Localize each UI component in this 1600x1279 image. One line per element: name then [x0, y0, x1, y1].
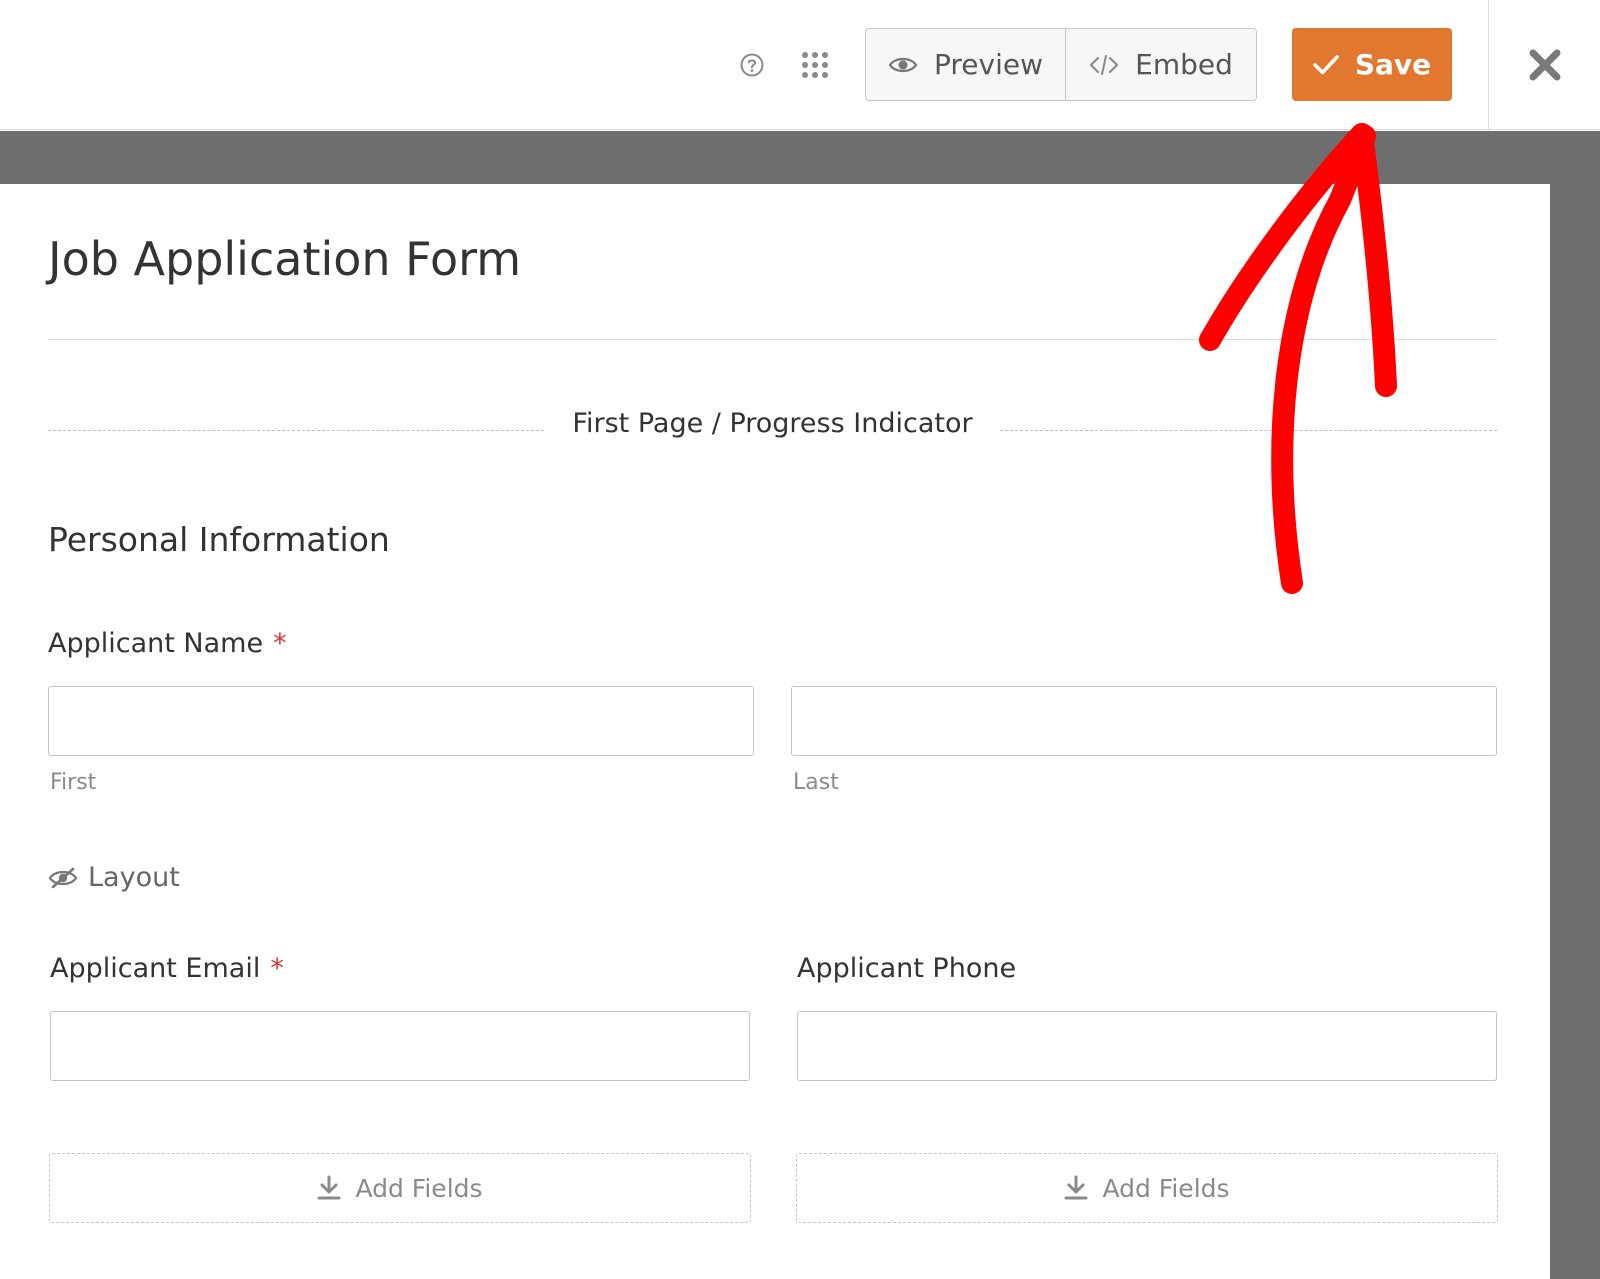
preview-button[interactable]: Preview: [866, 29, 1066, 100]
first-sublabel: First: [50, 770, 97, 795]
apps-grid-icon[interactable]: [800, 50, 830, 80]
embed-button[interactable]: Embed: [1066, 29, 1256, 100]
close-icon[interactable]: [1528, 48, 1562, 82]
embed-label: Embed: [1135, 48, 1233, 81]
form-title: Job Application Form: [48, 232, 522, 286]
save-button[interactable]: Save: [1292, 28, 1452, 101]
title-divider: [48, 339, 1497, 340]
last-name-input[interactable]: [791, 686, 1497, 756]
download-arrow-icon: [317, 1175, 341, 1200]
checkmark-icon: [1313, 54, 1339, 74]
applicant-phone-input[interactable]: [797, 1011, 1497, 1081]
required-asterisk: *: [273, 628, 287, 659]
save-label: Save: [1354, 48, 1432, 81]
canvas-right-band: [1550, 131, 1600, 1279]
layout-field-label[interactable]: Layout: [48, 862, 180, 893]
page-break-line-right: [1000, 430, 1497, 431]
section-heading[interactable]: Personal Information: [48, 520, 390, 559]
add-fields-label: Add Fields: [1102, 1173, 1230, 1203]
toolbar-divider: [1488, 0, 1489, 130]
applicant-name-label-text: Applicant Name: [48, 628, 264, 659]
first-name-input[interactable]: [48, 686, 754, 756]
applicant-name-label[interactable]: Applicant Name *: [48, 628, 287, 659]
eye-icon: [888, 57, 918, 72]
add-fields-dropzone-right[interactable]: Add Fields: [796, 1153, 1498, 1223]
preview-embed-group: Preview Embed: [865, 28, 1257, 101]
applicant-email-input[interactable]: [50, 1011, 750, 1081]
canvas-top-band: [0, 131, 1600, 184]
layout-label-text: Layout: [88, 862, 180, 893]
page-break-label[interactable]: First Page / Progress Indicator: [550, 408, 995, 439]
add-fields-label: Add Fields: [355, 1173, 483, 1203]
applicant-phone-label[interactable]: Applicant Phone: [797, 953, 1016, 984]
download-arrow-icon: [1064, 1175, 1088, 1200]
builder-toolbar: Preview Embed Save: [0, 0, 1600, 130]
code-icon: [1090, 54, 1119, 75]
last-sublabel: Last: [793, 770, 839, 795]
eye-slash-icon: [48, 867, 78, 888]
preview-label: Preview: [934, 48, 1043, 81]
page-break-line-left: [48, 430, 544, 431]
applicant-phone-label-text: Applicant Phone: [797, 953, 1017, 984]
applicant-email-label-text: Applicant Email: [50, 953, 261, 984]
required-asterisk: *: [270, 953, 284, 984]
add-fields-dropzone-left[interactable]: Add Fields: [49, 1153, 751, 1223]
help-icon[interactable]: [740, 53, 764, 77]
applicant-email-label[interactable]: Applicant Email *: [50, 953, 284, 984]
